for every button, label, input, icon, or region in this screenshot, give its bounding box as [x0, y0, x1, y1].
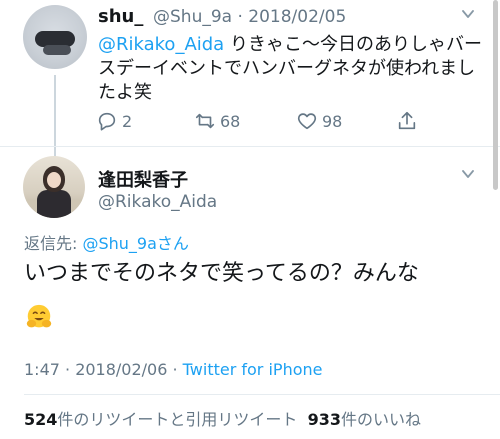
like-stat-label: 件のいいね — [341, 410, 422, 429]
reply-to-suffix: さん — [156, 234, 189, 253]
parent-handle-date: @Shu_9a · 2018/02/05 — [153, 7, 347, 27]
divider — [24, 394, 500, 395]
source-link[interactable]: Twitter for iPhone — [183, 360, 323, 379]
avatar-shape — [47, 172, 61, 188]
retweet-icon — [195, 113, 215, 129]
like-button[interactable]: 98 — [296, 110, 342, 132]
engagement-stats: 524件のリツイートと引用リツイート 933件のいいね — [24, 406, 421, 430]
retweet-stat[interactable]: 524件のリツイートと引用リツイート — [24, 410, 297, 429]
scrollbar[interactable] — [493, 0, 498, 190]
avatar-shape — [37, 190, 71, 218]
author-handle[interactable]: @Rikako_Aida — [98, 192, 217, 212]
avatar-shape — [43, 45, 71, 55]
retweet-total: 524 — [24, 410, 58, 429]
reply-icon — [98, 112, 116, 131]
like-total: 933 — [307, 410, 341, 429]
reply-to-mention[interactable]: @Shu_9a — [82, 234, 156, 253]
tweet-meta: 1:47 · 2018/02/06 · Twitter for iPhone — [24, 360, 322, 379]
reply-button[interactable]: 2 — [96, 110, 132, 132]
mention-link[interactable]: @Rikako_Aida — [98, 34, 224, 55]
reply-to-label: 返信先: — [24, 234, 83, 253]
chevron-down-icon[interactable] — [462, 8, 474, 20]
share-button[interactable] — [396, 110, 418, 132]
parent-author-name[interactable]: shu_ — [98, 6, 143, 27]
heart-icon — [297, 113, 317, 130]
thread-line — [54, 75, 56, 157]
like-count: 98 — [322, 111, 343, 131]
share-icon — [398, 111, 416, 130]
retweet-button[interactable]: 68 — [194, 110, 240, 132]
retweet-count: 68 — [220, 111, 241, 131]
divider — [0, 146, 500, 147]
reply-count: 2 — [122, 111, 133, 131]
like-stat[interactable]: 933件のいいね — [308, 410, 421, 429]
timestamp[interactable]: 1:47 · 2018/02/06 · — [24, 360, 183, 379]
hugging-face-icon — [26, 304, 52, 328]
tweet-text: いつまでそのネタで笑ってるの？みんな — [24, 261, 419, 286]
reply-to-line: 返信先: @Shu_9aさん — [24, 230, 189, 254]
author-name[interactable]: 逢田梨香子 — [98, 166, 188, 192]
chevron-down-icon[interactable] — [462, 168, 474, 180]
parent-avatar[interactable] — [23, 5, 87, 69]
retweet-stat-label: 件のリツイートと引用リツイート — [57, 410, 298, 429]
parent-tweet-text: @Rikako_Aida りきゃこ〜今日のありしゃバースデーイベントでハンバーグ… — [98, 33, 483, 105]
author-avatar[interactable] — [23, 156, 85, 218]
